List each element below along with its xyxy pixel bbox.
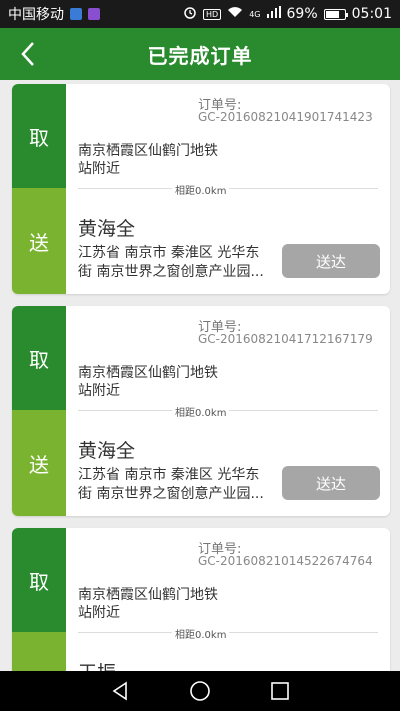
receiver-name: 王振 — [78, 658, 116, 671]
wifi-icon — [227, 6, 243, 22]
delivered-button[interactable]: 送达 — [282, 466, 380, 500]
order-card[interactable]: 取 送 订单号: GC-20160821041712167179 南京栖霞区仙鹤… — [12, 306, 390, 516]
receiver-address-line: 街 南京世界之窗创意产业园... — [78, 264, 264, 280]
status-bar: 中国移动 HD 4G 69% 05:01 — [0, 0, 400, 28]
order-list[interactable]: 取 送 订单号: GC-20160821041901741423 南京栖霞区仙鹤… — [0, 80, 400, 671]
alarm-icon — [183, 5, 197, 23]
pickup-address: 南京栖霞区仙鹤门地铁站附近 — [78, 143, 218, 177]
notification-app-icon — [70, 8, 82, 20]
distance: 相距0.0km — [172, 404, 230, 419]
order-number: GC-20160821041901741423 — [198, 110, 373, 124]
deliver-tag: 送 — [12, 188, 66, 294]
deliver-tag: 送 — [12, 410, 66, 516]
receiver-address-line: 江苏省 南京市 秦淮区 光华东 — [78, 245, 260, 261]
receiver-address-line: 江苏省 南京市 秦淮区 光华东 — [78, 467, 260, 483]
distance: 相距0.0km — [172, 626, 230, 641]
distance: 相距0.0km — [172, 182, 230, 197]
clock: 05:01 — [351, 6, 392, 22]
order-number: GC-20160821041712167179 — [198, 332, 373, 346]
pickup-tag: 取 — [12, 528, 66, 632]
back-nav-icon[interactable] — [107, 678, 133, 704]
home-nav-icon[interactable] — [187, 678, 213, 704]
pickup-address: 南京栖霞区仙鹤门地铁站附近 — [78, 365, 218, 399]
receiver-address: 江苏省 南京市 秦淮区 光华东 街 南京世界之窗创意产业园... — [78, 244, 282, 282]
order-number: GC-20160821014522674764 — [198, 554, 373, 568]
back-button[interactable] — [10, 36, 46, 72]
order-card[interactable]: 取 送 订单号: GC-20160821041901741423 南京栖霞区仙鹤… — [12, 84, 390, 294]
receiver-name: 黄海全 — [78, 218, 136, 240]
receiver-address: 江苏省 南京市 秦淮区 光华东 街 南京世界之窗创意产业园... — [78, 466, 282, 504]
chevron-left-icon — [21, 42, 34, 66]
pickup-address: 南京栖霞区仙鹤门地铁站附近 — [78, 587, 218, 621]
order-card[interactable]: 取 送 订单号: GC-20160821014522674764 南京栖霞区仙鹤… — [12, 528, 390, 671]
receiver-name: 黄海全 — [78, 440, 136, 462]
app-header: 已完成订单 — [0, 28, 400, 80]
signal-icon — [266, 6, 281, 22]
battery-icon — [323, 8, 348, 20]
carrier-name: 中国移动 — [8, 7, 64, 23]
network-type: 4G — [249, 9, 261, 19]
delivered-button[interactable]: 送达 — [282, 244, 380, 278]
deliver-tag: 送 — [12, 632, 66, 671]
receiver-address-line: 街 南京世界之窗创意产业园... — [78, 486, 264, 502]
recents-nav-icon[interactable] — [267, 678, 293, 704]
system-nav-bar — [0, 671, 400, 711]
pickup-tag: 取 — [12, 84, 66, 188]
battery-percent: 69% — [286, 6, 318, 22]
pickup-tag: 取 — [12, 306, 66, 410]
hd-icon: HD — [203, 8, 222, 20]
page-title: 已完成订单 — [147, 43, 253, 68]
notification-app-icon — [88, 8, 100, 20]
